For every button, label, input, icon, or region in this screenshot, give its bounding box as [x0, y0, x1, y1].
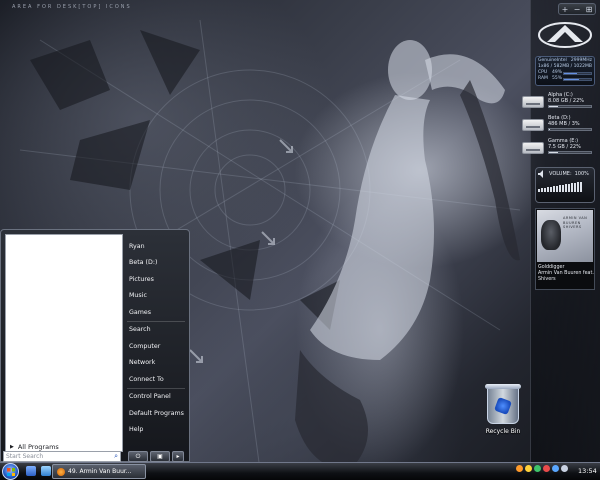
- tray-app-icon[interactable]: [516, 465, 523, 472]
- drive-gadget-d[interactable]: Beta (D:) 486 MB / 3%: [522, 115, 596, 137]
- speaker-icon: [538, 170, 543, 178]
- sm-item-network[interactable]: Network: [125, 355, 187, 372]
- drive-gadget-e[interactable]: Gamma (E:) 7.5 GB / 22%: [522, 138, 596, 160]
- tray-app-icon[interactable]: [543, 465, 550, 472]
- media-player-icon: [57, 467, 65, 476]
- quick-launch: [26, 466, 51, 476]
- network-icon[interactable]: [552, 465, 559, 472]
- volume-level-bars[interactable]: [538, 182, 592, 192]
- now-playing-gadget[interactable]: ARMIN VAN BUUREN SHIVERS Golddigger Armi…: [535, 208, 595, 290]
- start-menu-places: Ryan Beta (D:) Pictures Music Games Sear…: [125, 238, 187, 438]
- lock-icon: ▣: [157, 453, 163, 460]
- volume-gadget[interactable]: VOLUME: 100%: [535, 167, 595, 203]
- drive-usage-bar: [548, 105, 592, 108]
- recycle-bin-label: Recycle Bin: [485, 428, 521, 435]
- sm-item-music[interactable]: Music: [125, 288, 187, 305]
- sidebar-controls: + − ⊞: [558, 3, 596, 15]
- gallery-icon[interactable]: ⊞: [586, 5, 593, 14]
- drive-detail: 7.5 GB / 22%: [548, 144, 581, 150]
- show-desktop-icon[interactable]: [26, 466, 36, 476]
- drive-usage-bar: [548, 151, 592, 154]
- arrow-logo-icon: [538, 22, 592, 48]
- sm-item-help[interactable]: Help: [125, 422, 187, 439]
- volume-label: VOLUME:: [549, 171, 572, 177]
- search-icon[interactable]: ⌕: [114, 452, 118, 461]
- power-controls: ⏻ ▣ ▸: [128, 451, 186, 462]
- ram-usage-meter: RAM 55%: [538, 76, 592, 82]
- meter-value: 55%: [552, 76, 563, 81]
- sm-item-control-panel[interactable]: Control Panel: [125, 389, 187, 406]
- drive-usage-bar: [548, 128, 592, 131]
- cpu-meter-gadget: GenuineIntel 2999MHz 1x86 / 582MB / 1022…: [535, 56, 595, 86]
- start-menu: ▶ All Programs Ryan Beta (D:) Pictures M…: [0, 229, 190, 462]
- add-gadget-icon[interactable]: +: [562, 5, 569, 14]
- tray-app-icon[interactable]: [534, 465, 541, 472]
- volume-tray-icon[interactable]: [561, 465, 568, 472]
- brand-logo-gadget: [535, 18, 595, 52]
- meter-bar: [563, 77, 592, 81]
- wallpaper-caption: AREA FOR DESK[TOP] ICONS: [12, 4, 132, 10]
- drive-gadget-c[interactable]: Alpha (C:) 8.08 GB / 22%: [522, 92, 596, 114]
- album-art: ARMIN VAN BUUREN SHIVERS: [537, 210, 593, 262]
- artist-photo: [541, 220, 561, 250]
- shutdown-options-button[interactable]: ▸: [172, 451, 184, 462]
- system-tray: [516, 465, 568, 472]
- start-search-input[interactable]: Start Search ⌕: [3, 451, 121, 462]
- chevron-right-icon: ▸: [176, 453, 180, 460]
- sm-item-user[interactable]: Ryan: [125, 238, 187, 255]
- power-button[interactable]: ⏻: [128, 451, 148, 462]
- sm-item-search[interactable]: Search: [125, 322, 187, 339]
- sm-item-pictures[interactable]: Pictures: [125, 271, 187, 288]
- drive-detail: 486 MB / 3%: [548, 121, 580, 127]
- taskbar-window-button[interactable]: 49. Armin Van Buur...: [52, 464, 146, 479]
- volume-value: 100%: [574, 171, 589, 177]
- sm-item-games[interactable]: Games: [125, 304, 187, 321]
- sm-item-beta-drive[interactable]: Beta (D:): [125, 255, 187, 272]
- start-button[interactable]: [2, 463, 19, 480]
- browser-icon[interactable]: [41, 466, 51, 476]
- recycle-bin-shortcut[interactable]: Recycle Bin: [480, 384, 526, 446]
- hard-drive-icon: [522, 142, 544, 154]
- recycle-bin-icon: [485, 384, 521, 424]
- album-art-text: ARMIN VAN BUUREN SHIVERS: [563, 216, 588, 229]
- power-icon: ⏻: [135, 452, 141, 460]
- sm-item-default-programs[interactable]: Default Programs: [125, 405, 187, 422]
- drive-detail: 8.08 GB / 22%: [548, 98, 585, 104]
- pinned-programs-pane: ▶ All Programs: [5, 234, 123, 452]
- search-placeholder: Start Search: [6, 453, 44, 460]
- meter-label: RAM: [538, 76, 548, 81]
- taskbar-clock[interactable]: 13:54: [578, 467, 597, 475]
- tray-app-icon[interactable]: [525, 465, 532, 472]
- hard-drive-icon: [522, 119, 544, 131]
- triangle-right-icon: ▶: [10, 444, 14, 450]
- taskbar-window-label: 49. Armin Van Buur...: [68, 468, 132, 475]
- meter-bar: [563, 71, 592, 75]
- minimize-icon[interactable]: −: [574, 5, 581, 14]
- all-programs-label: All Programs: [17, 443, 59, 451]
- all-programs-link[interactable]: ▶ All Programs: [10, 443, 59, 451]
- lock-button[interactable]: ▣: [150, 451, 170, 462]
- track-artist-extra: Shivers: [538, 277, 556, 282]
- sm-item-connect-to[interactable]: Connect To: [125, 371, 187, 388]
- sm-item-computer[interactable]: Computer: [125, 338, 187, 355]
- hard-drive-icon: [522, 96, 544, 108]
